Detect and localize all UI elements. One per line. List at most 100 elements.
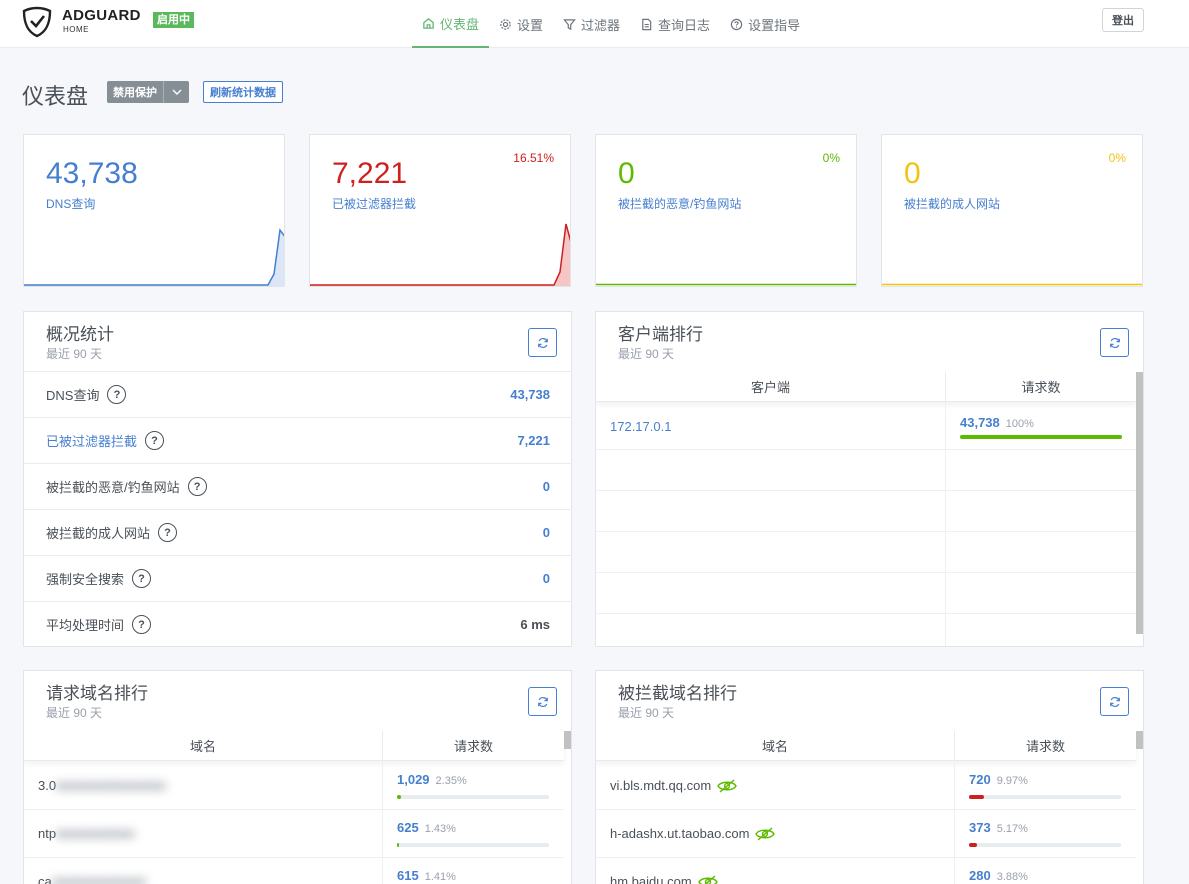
request-count[interactable]: 615 <box>397 868 419 883</box>
stat-card-filtered: 7,221 已被过滤器拦截 16.51% <box>309 134 571 287</box>
refresh-statistics-button[interactable]: 刷新统计数据 <box>203 81 283 103</box>
request-count[interactable]: 373 <box>969 820 991 835</box>
help-circle-icon <box>730 18 743 30</box>
help-icon[interactable]: ? <box>132 615 152 634</box>
column-header-domain[interactable]: 域名 <box>596 731 955 760</box>
summary-row-adult: 被拦截的成人网站? 0 <box>24 509 572 555</box>
request-percent: 2.35% <box>435 775 467 787</box>
request-count[interactable]: 43,738 <box>960 415 1000 430</box>
panel-subtitle: 最近 90 天 <box>618 347 675 361</box>
row-value[interactable]: 43,738 <box>510 387 550 402</box>
progress-bar <box>397 795 401 799</box>
panel-title: 概况统计 <box>46 325 114 344</box>
brand-subtitle: HOME <box>63 25 89 34</box>
row-value[interactable]: 0 <box>543 571 550 586</box>
row-value[interactable]: 0 <box>543 525 550 540</box>
domain-name[interactable]: ntp <box>38 826 56 841</box>
help-icon[interactable]: ? <box>158 523 178 542</box>
nav-dashboard[interactable]: 仪表盘 <box>412 0 490 48</box>
stat-percent: 0% <box>822 151 840 165</box>
help-icon[interactable]: ? <box>132 569 152 588</box>
nav-settings[interactable]: 设置 <box>489 0 553 48</box>
main-nav: 仪表盘 设置 过滤器 查询日志 设置指导 <box>412 0 810 48</box>
table-row-empty <box>596 573 1136 614</box>
panel-subtitle: 最近 90 天 <box>618 706 675 720</box>
row-value[interactable]: 0 <box>543 479 550 494</box>
request-percent: 9.97% <box>996 775 1028 787</box>
column-header-requests[interactable]: 请求数 <box>955 731 1136 760</box>
table-row: ntp ■■■■■■■■■■ 625 1.43% <box>24 810 564 858</box>
logout-button[interactable]: 登出 <box>1102 8 1144 32</box>
scrollbar[interactable] <box>564 731 571 749</box>
progress-track <box>960 435 1122 439</box>
page-title: 仪表盘 <box>22 84 89 109</box>
nav-query-log-label: 查询日志 <box>658 17 711 33</box>
domain-name[interactable]: h-adashx.ut.taobao.com <box>610 826 749 841</box>
domain-name[interactable]: vi.bls.mdt.qq.com <box>610 778 711 793</box>
eye-off-icon[interactable] <box>697 874 718 884</box>
help-icon[interactable]: ? <box>145 431 165 450</box>
help-icon[interactable]: ? <box>107 385 127 404</box>
progress-track <box>397 843 549 847</box>
nav-query-log[interactable]: 查询日志 <box>630 0 720 48</box>
scrollbar[interactable] <box>1136 731 1143 749</box>
top-domains-panel: 请求域名排行 最近 90 天 域名 请求数 3.0 ■■■■■■■■■■■■■■ … <box>23 670 572 884</box>
filter-icon <box>563 18 576 30</box>
column-header-client[interactable]: 客户端 <box>596 372 946 401</box>
column-header-requests[interactable]: 请求数 <box>383 731 564 760</box>
nav-filters[interactable]: 过滤器 <box>553 0 630 48</box>
column-header-domain[interactable]: 域名 <box>24 731 383 760</box>
stat-card-malware: 0 被拦截的恶意/钓鱼网站 0% <box>595 134 857 287</box>
request-count[interactable]: 720 <box>969 772 991 787</box>
request-count[interactable]: 625 <box>397 820 419 835</box>
row-label: DNS查询 <box>46 388 100 403</box>
panel-subtitle: 最近 90 天 <box>46 347 103 361</box>
summary-panel: 概况统计 最近 90 天 DNS查询? 43,738 已被过滤器拦截? 7,22… <box>23 311 572 647</box>
domain-name[interactable]: 3.0 <box>38 778 56 793</box>
stat-label[interactable]: 被拦截的恶意/钓鱼网站 <box>618 195 741 212</box>
stat-value: 0 <box>618 157 635 190</box>
row-value[interactable]: 7,221 <box>517 433 550 448</box>
client-name[interactable]: 172.17.0.1 <box>596 403 946 449</box>
stat-label[interactable]: 已被过滤器拦截 <box>332 195 416 212</box>
table-header: 域名 请求数 <box>596 731 1136 761</box>
progress-bar <box>397 843 400 847</box>
refresh-button[interactable] <box>1100 328 1129 357</box>
row-label: 被拦截的成人网站 <box>46 526 151 541</box>
refresh-icon <box>1109 696 1120 707</box>
table-row: 3.0 ■■■■■■■■■■■■■■ 1,029 2.35% <box>24 762 564 810</box>
home-icon <box>423 17 434 29</box>
request-percent: 1.43% <box>424 823 456 835</box>
request-count[interactable]: 280 <box>969 868 991 883</box>
eye-off-icon[interactable] <box>755 826 776 841</box>
log-icon <box>642 18 652 30</box>
refresh-button[interactable] <box>1100 687 1129 716</box>
help-icon[interactable]: ? <box>187 477 207 496</box>
request-count[interactable]: 1,029 <box>397 772 430 787</box>
refresh-button[interactable] <box>528 687 557 716</box>
summary-row-dns-queries: DNS查询? 43,738 <box>24 371 572 417</box>
stat-label[interactable]: DNS查询 <box>46 195 95 212</box>
row-label[interactable]: 已被过滤器拦截 <box>46 431 137 450</box>
row-value: 6 ms <box>520 617 550 632</box>
protection-dropdown-toggle[interactable] <box>163 81 189 103</box>
table-row: 172.17.0.1 43,738 100% <box>596 403 1136 450</box>
eye-off-icon[interactable] <box>717 778 737 793</box>
refresh-button[interactable] <box>528 328 557 357</box>
domain-name[interactable]: ca <box>38 874 52 884</box>
chevron-down-icon <box>172 89 181 95</box>
disable-protection-button[interactable]: 禁用保护 <box>107 81 163 103</box>
column-header-requests[interactable]: 请求数 <box>946 372 1136 401</box>
table-row: vi.bls.mdt.qq.com 720 9.97% <box>596 762 1136 810</box>
protection-status-badge: 启用中 <box>153 12 194 28</box>
panel-title: 被拦截域名排行 <box>618 684 737 703</box>
summary-row-safesearch: 强制安全搜索? 0 <box>24 555 572 601</box>
adguard-shield-logo[interactable] <box>22 6 52 38</box>
sparkline-chart <box>882 283 1142 286</box>
domain-name[interactable]: hm.baidu.com <box>610 874 692 884</box>
scrollbar[interactable] <box>1136 372 1143 634</box>
progress-track <box>969 843 1121 847</box>
nav-setup-guide[interactable]: 设置指导 <box>720 0 810 48</box>
stat-label[interactable]: 被拦截的成人网站 <box>904 195 1000 212</box>
table-row-empty <box>596 614 1136 646</box>
